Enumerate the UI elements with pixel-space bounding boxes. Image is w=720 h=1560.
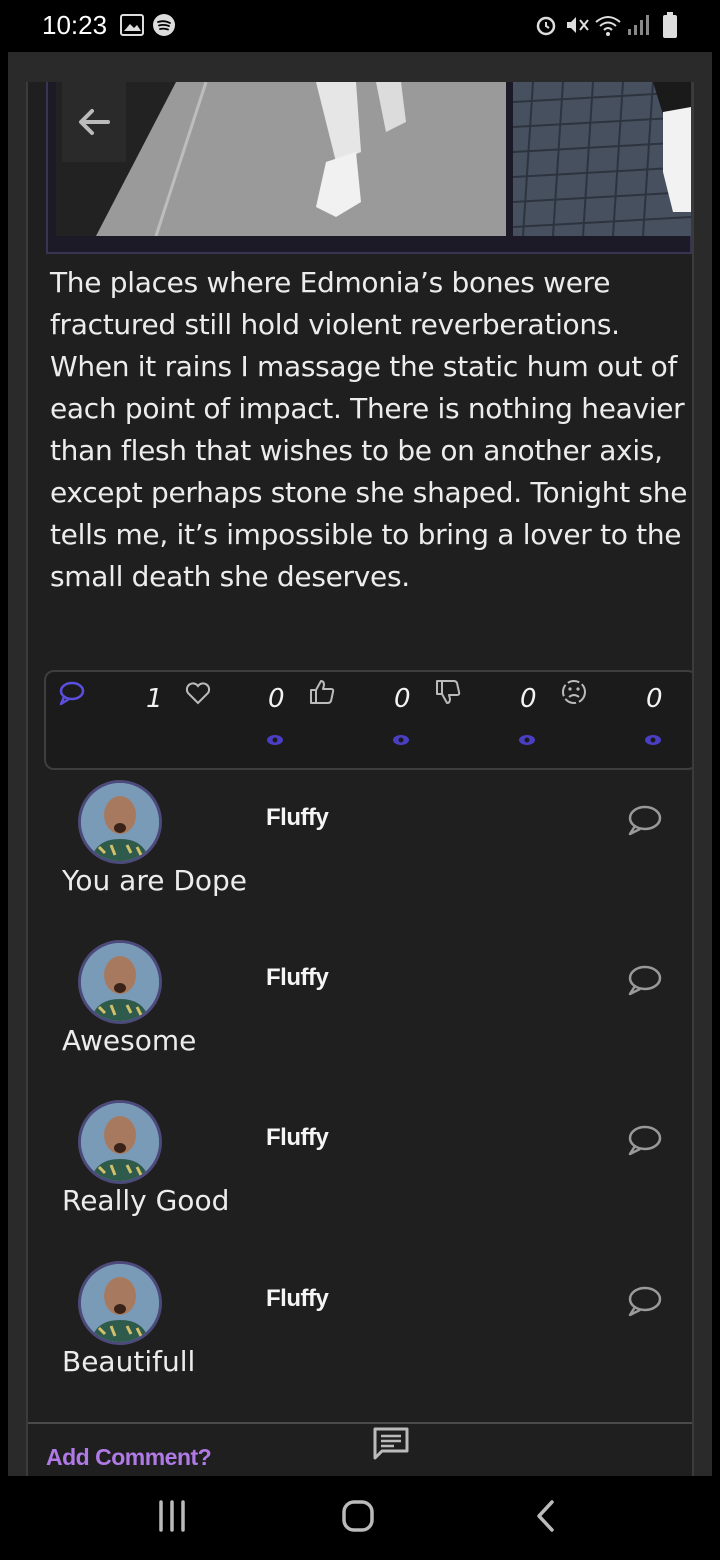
eye-icon xyxy=(393,735,409,745)
wifi-icon xyxy=(595,16,621,36)
comment-text: Awesome xyxy=(62,1024,197,1057)
alarm-icon xyxy=(536,16,556,36)
reaction-stats-bar: 1 0 0 0 0 xyxy=(44,670,692,770)
home-icon[interactable] xyxy=(340,1498,376,1534)
system-nav-bar xyxy=(0,1476,720,1560)
reply-icon[interactable] xyxy=(626,964,662,996)
eye-icon xyxy=(519,735,535,745)
comment-item: Fluffy You are Dope xyxy=(28,780,692,940)
comment-author[interactable]: Fluffy xyxy=(266,964,329,992)
thumbs-up-count: 0 xyxy=(394,684,411,714)
reply-icon[interactable] xyxy=(626,1285,662,1317)
avatar[interactable] xyxy=(78,780,162,864)
reply-icon[interactable] xyxy=(626,1124,662,1156)
sad-face-icon[interactable] xyxy=(560,678,588,706)
avatar[interactable] xyxy=(78,1261,162,1345)
thumbs-down-count: 0 xyxy=(520,684,537,714)
app-frame: The places where Edmonia’s bones were fr… xyxy=(8,52,712,1476)
like-count: 0 xyxy=(268,684,285,714)
comment-item: Fluffy Really Good xyxy=(28,1100,692,1260)
add-comment-icon[interactable] xyxy=(372,1426,410,1462)
battery-icon xyxy=(663,12,677,38)
post-content: The places where Edmonia’s bones were fr… xyxy=(26,82,694,1476)
back-nav-icon[interactable] xyxy=(534,1498,558,1534)
divider xyxy=(28,1422,692,1424)
status-time: 10:23 xyxy=(42,10,108,40)
add-comment-link[interactable]: Add Comment? xyxy=(46,1444,212,1471)
heart-icon[interactable] xyxy=(184,680,212,706)
post-image-2[interactable] xyxy=(513,82,691,236)
status-bar: 10:23 xyxy=(0,0,720,52)
thumbs-down-icon[interactable] xyxy=(434,678,462,706)
comment-count: 1 xyxy=(146,684,163,714)
arrow-left-icon xyxy=(79,109,110,135)
eye-icon xyxy=(645,735,661,745)
thumbs-up-icon[interactable] xyxy=(308,678,336,706)
mute-icon xyxy=(567,17,589,33)
post-images xyxy=(46,82,692,254)
spotify-icon xyxy=(153,14,175,36)
comment-text: Beautifull xyxy=(62,1345,196,1378)
reply-icon[interactable] xyxy=(626,804,662,836)
comment-author[interactable]: Fluffy xyxy=(266,804,329,832)
post-body: The places where Edmonia’s bones were fr… xyxy=(50,266,688,593)
sad-count: 0 xyxy=(646,684,663,714)
comment-item: Fluffy Awesome xyxy=(28,940,692,1100)
eye-icon xyxy=(267,735,283,745)
recent-apps-icon[interactable] xyxy=(156,1498,188,1534)
speech-bubble-icon[interactable] xyxy=(58,680,86,706)
back-button[interactable] xyxy=(62,82,126,162)
comment-item: Fluffy Beautifull xyxy=(28,1261,692,1421)
comment-author[interactable]: Fluffy xyxy=(266,1285,329,1313)
signal-icon xyxy=(628,15,649,35)
avatar[interactable] xyxy=(78,940,162,1024)
avatar[interactable] xyxy=(78,1100,162,1184)
comment-text: Really Good xyxy=(62,1184,230,1217)
gallery-icon xyxy=(120,14,144,36)
comment-text: You are Dope xyxy=(62,864,248,897)
comment-author[interactable]: Fluffy xyxy=(266,1124,329,1152)
